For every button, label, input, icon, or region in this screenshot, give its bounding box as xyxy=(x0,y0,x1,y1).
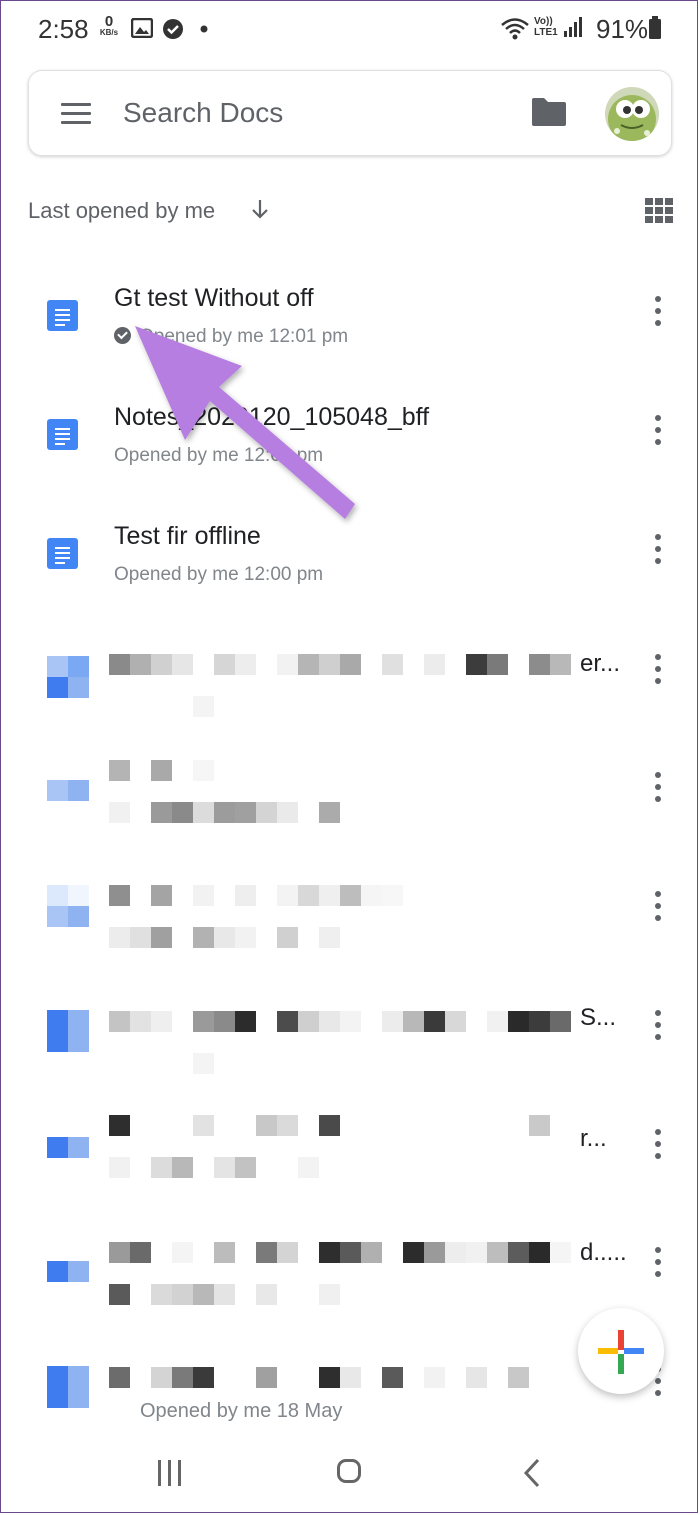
annotation-arrow-icon xyxy=(135,326,355,519)
